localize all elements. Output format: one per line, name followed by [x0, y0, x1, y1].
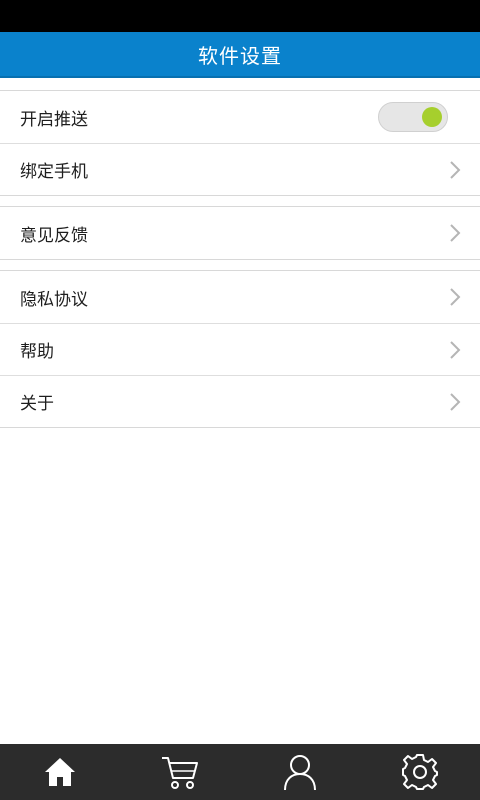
- push-notifications-toggle[interactable]: [378, 102, 448, 132]
- chevron-right-icon: [450, 288, 461, 306]
- about-label: 关于: [20, 394, 54, 414]
- chevron-right-icon: [450, 160, 461, 179]
- gear-icon: [402, 754, 438, 790]
- push-notifications-row: 开启推送: [0, 91, 480, 143]
- tab-cart[interactable]: [120, 744, 240, 800]
- settings-group-notifications: 开启推送 绑定手机: [0, 90, 480, 196]
- user-icon: [284, 755, 316, 791]
- title-bar: 软件设置: [0, 32, 480, 78]
- push-notifications-label: 开启推送: [20, 109, 88, 130]
- status-bar: [0, 0, 480, 32]
- tab-settings[interactable]: [360, 744, 480, 800]
- settings-group-info: 隐私协议 帮助 关于: [0, 270, 480, 428]
- chevron-right-icon: [450, 392, 461, 411]
- help-row[interactable]: 帮助: [0, 323, 480, 375]
- tab-home[interactable]: [0, 744, 120, 800]
- bottom-tab-bar: [0, 744, 480, 800]
- chevron-right-icon: [450, 224, 461, 242]
- bind-phone-label: 绑定手机: [20, 162, 88, 182]
- feedback-row[interactable]: 意见反馈: [0, 207, 480, 259]
- settings-group-feedback: 意见反馈: [0, 206, 480, 260]
- feedback-label: 意见反馈: [20, 225, 88, 246]
- settings-content: 开启推送 绑定手机 意见反馈 隐私协议 帮助 关于: [0, 78, 480, 744]
- chevron-right-icon: [450, 340, 461, 359]
- toggle-knob: [422, 107, 442, 127]
- cart-icon: [162, 757, 198, 789]
- help-label: 帮助: [20, 342, 54, 362]
- page-title: 软件设置: [198, 43, 282, 68]
- about-row[interactable]: 关于: [0, 375, 480, 427]
- tab-profile[interactable]: [240, 744, 360, 800]
- home-icon: [45, 758, 75, 786]
- bind-phone-row[interactable]: 绑定手机: [0, 143, 480, 195]
- privacy-policy-label: 隐私协议: [20, 289, 88, 310]
- privacy-policy-row[interactable]: 隐私协议: [0, 271, 480, 323]
